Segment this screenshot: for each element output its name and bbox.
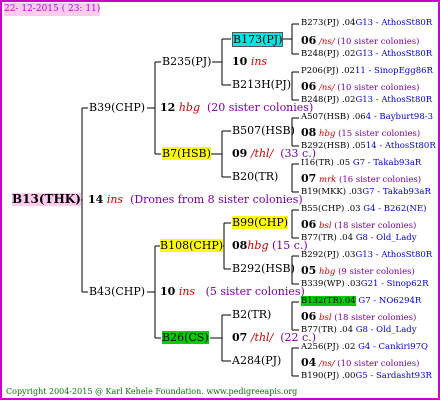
mating-B173: 06 /ns/ (10 sister colonies) <box>301 34 420 47</box>
ancestor-P206: P206(PJ) .0211 - SinopEgg86R <box>301 66 433 76</box>
ancestor-B132: B132(TR).04 G7 - NO6294R <box>301 296 422 306</box>
copyright-footer: Copyright 2004-2015 @ Karl Kehele Founda… <box>6 387 298 396</box>
ancestor-A256: A256(PJ) .02 G4 - Cankiri97Q <box>301 342 429 352</box>
ancestor-B292-b: B292(PJ) .03G13 - AthosSt80R <box>301 250 433 260</box>
ancestor-A507: A507(HSB) .064 - Bayburt98-3 <box>301 112 434 122</box>
queen-A284: A284(PJ) <box>232 354 282 367</box>
queen-B2: B2(TR) <box>232 308 272 321</box>
mating-B507: 08 hbg (15 sister colonies) <box>301 126 421 139</box>
sire-B39: B39(CHP) <box>89 101 146 114</box>
mating-B99: 06 bsl (18 sister colonies) <box>301 218 417 231</box>
root-mating-info: 14 ins (Drones from 8 sister colonies) <box>88 193 303 206</box>
queen-B26: B26(CS) <box>162 331 209 344</box>
mating-B292: 05 hbg (9 sister colonies) <box>301 264 415 277</box>
ancestor-I16: I16(TR) .05 G7 - Takab93aR <box>301 158 422 168</box>
queen-B20: B20(TR) <box>232 170 279 183</box>
mating-B2: 06 bsl (18 sister colonies) <box>301 310 417 323</box>
ancestor-B248-b: B248(PJ) .02G13 - AthosSt80R <box>301 95 433 105</box>
dam-B43: B43(CHP) <box>89 285 146 298</box>
ancestor-B339: B339(WP) .03G21 - Sinop62R <box>301 279 429 289</box>
date-label: 22- 12-2015 ( 23: 11) <box>4 3 101 16</box>
mating-B39: 12 hbg (20 sister colonies) <box>160 101 314 114</box>
mating-B213H: 06 /ns/ (10 sister colonies) <box>301 80 420 93</box>
ancestor-B77-a: B77(TR) .04 G8 - Old_Lady <box>301 233 417 243</box>
mating-B108: 08hbg (15 c.) <box>232 239 308 252</box>
ancestor-B273: B273(PJ) .04G13 - AthosSt80R <box>301 18 433 28</box>
mating-B235: 10 ins <box>232 55 268 68</box>
ancestor-B19: B19(MKK) .03G7 - Takab93aR <box>301 187 431 197</box>
ancestor-B55: B55(CHP) .03 G4 - B262(NE) <box>301 204 427 214</box>
pedigree-frame: 22- 12-2015 ( 23: 11) B13(THK) 14 ins (D… <box>0 0 440 400</box>
queen-B7: B7(HSB) <box>162 147 211 160</box>
queen-B235: B235(PJ) <box>162 55 212 68</box>
ancestor-B248-a: B248(PJ) .02G13 - AthosSt80R <box>301 49 433 59</box>
mating-B43: 10 ins (5 sister colonies) <box>160 285 305 298</box>
queen-B99: B99(CHP) <box>232 216 289 229</box>
ancestor-B190: B190(PJ) .00G5 - Sardasht93R <box>301 371 432 381</box>
root-queen: B13(THK) <box>12 192 81 206</box>
queen-B213H: B213H(PJ) <box>232 78 292 91</box>
queen-B507: B507(HSB) <box>232 124 295 137</box>
queen-B108: B108(CHP) <box>160 239 224 252</box>
ancestor-B77-b: B77(TR) .04 G8 - Old_Lady <box>301 325 417 335</box>
ancestor-B292-a: B292(HSB) .0514 - AthosSt80R <box>301 141 436 151</box>
queen-B292: B292(HSB) <box>232 262 295 275</box>
queen-B173: B173(PJ) <box>232 32 284 47</box>
mating-A284: 04 /ns/ (10 sister colonies) <box>301 356 420 369</box>
mating-B20: 07 mrk (16 sister colonies) <box>301 172 422 185</box>
